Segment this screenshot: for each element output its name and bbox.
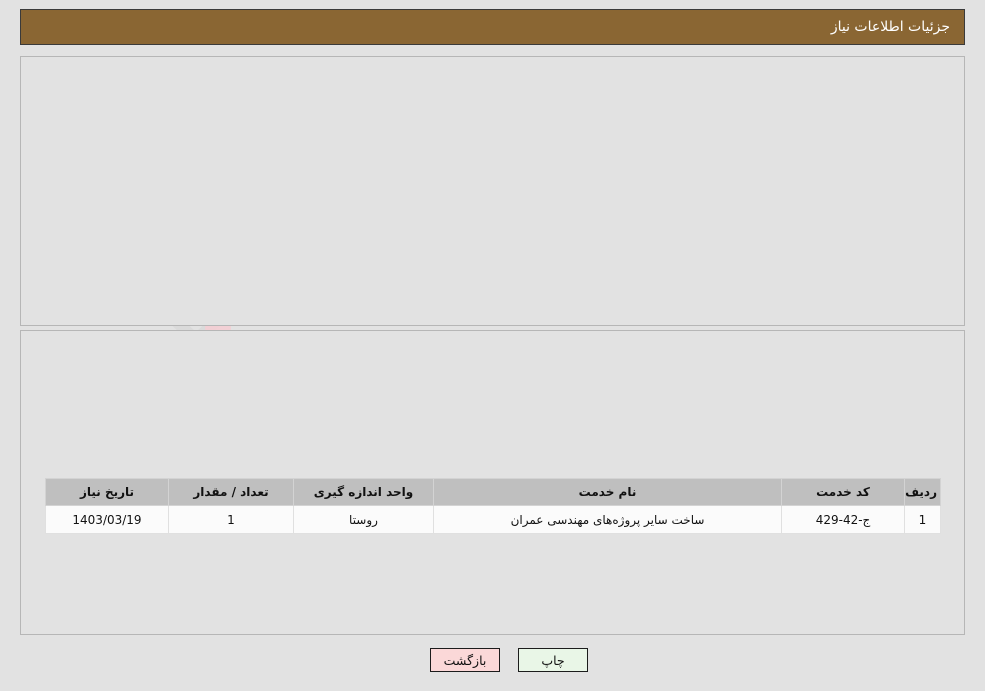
column-header-need-date: تاریخ نیاز xyxy=(45,478,169,506)
column-header-quantity: تعداد / مقدار xyxy=(168,478,294,506)
cell-need-date: 1403/03/19 xyxy=(45,505,169,534)
column-header-index: ردیف xyxy=(904,478,941,506)
need-info-panel xyxy=(20,56,965,326)
column-header-unit: واحد اندازه گیری xyxy=(293,478,434,506)
back-button-label: بازگشت xyxy=(443,652,487,668)
page-title-text: جزئیات اطلاعات نیاز xyxy=(830,19,950,35)
cell-service-code: ج-42-429 xyxy=(781,505,905,534)
cell-service-name: ساخت سایر پروژه‌های مهندسی عمران xyxy=(433,505,782,534)
column-header-service-name: نام خدمت xyxy=(433,478,782,506)
column-header-service-code: کد خدمت xyxy=(781,478,905,506)
print-button-label: چاپ xyxy=(541,652,565,668)
back-button[interactable]: بازگشت xyxy=(430,648,500,672)
cell-unit: روستا xyxy=(293,505,434,534)
print-button[interactable]: چاپ xyxy=(518,648,588,672)
table-row: 1 ج-42-429 ساخت سایر پروژه‌های مهندسی عم… xyxy=(45,505,941,534)
page-root: V AriaTender.net جزئیات اطلاعات نیاز شما… xyxy=(0,0,985,691)
services-table: ردیف کد خدمت نام خدمت واحد اندازه گیری ت… xyxy=(45,478,941,534)
table-header-row: ردیف کد خدمت نام خدمت واحد اندازه گیری ت… xyxy=(45,478,941,506)
cell-quantity: 1 xyxy=(168,505,294,534)
cell-index: 1 xyxy=(904,505,941,534)
page-title: جزئیات اطلاعات نیاز xyxy=(20,9,965,45)
